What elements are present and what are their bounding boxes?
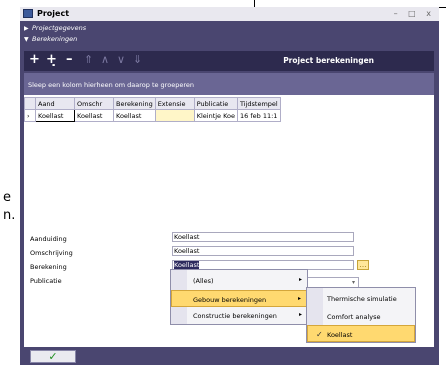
grid-panel: Sleep een kolom hierheen om daarop te gr… bbox=[24, 73, 434, 223]
menu-item-label: Koellast bbox=[327, 331, 353, 339]
add-child-button[interactable]: +̣ bbox=[46, 53, 57, 67]
table-cell[interactable]: Koellast bbox=[74, 109, 114, 122]
table-cell[interactable]: 16 feb 11:1 bbox=[237, 109, 281, 122]
column-header-publicatie[interactable]: Publicatie bbox=[193, 97, 239, 110]
move-up-button[interactable]: ∧ bbox=[101, 53, 109, 67]
move-bottom-button[interactable]: ⇓ bbox=[133, 53, 142, 67]
selected-text: Koellast bbox=[174, 261, 200, 269]
label-berekening: Berekening bbox=[30, 263, 67, 271]
menu-item-thermische-simulatie[interactable]: Thermische simulatie bbox=[307, 290, 415, 307]
aanduiding-input[interactable]: Koellast bbox=[172, 232, 354, 242]
toolbar-title: Project berekeningen bbox=[283, 56, 374, 65]
menu-item-label: Thermische simulatie bbox=[327, 295, 397, 303]
remove-button[interactable]: – bbox=[66, 53, 73, 67]
menu-item-koellast[interactable]: ✓ Koellast bbox=[307, 325, 415, 342]
submenu-arrow-icon: ▸ bbox=[298, 311, 302, 318]
submenu-arrow-icon: ▸ bbox=[298, 276, 302, 283]
column-header-indicator[interactable] bbox=[24, 97, 36, 110]
column-header-omschr[interactable]: Omschr bbox=[74, 97, 114, 110]
move-down-button[interactable]: ∨ bbox=[117, 53, 125, 67]
nav-label: Berekeningen bbox=[32, 35, 78, 43]
omschrijving-input[interactable]: Koellast bbox=[172, 246, 354, 256]
submenu-arrow-icon: ▸ bbox=[297, 295, 301, 302]
calculation-category-menu: (Alles) ▸ Gebouw berekeningen ▸ Construc… bbox=[170, 269, 308, 325]
table-header-row: Aand Omschr Berekening Extensie Publicat… bbox=[24, 97, 281, 110]
menu-item-label: Gebouw berekeningen bbox=[193, 296, 267, 304]
chevron-down-icon: ▾ bbox=[351, 279, 355, 286]
background-text-1: e bbox=[3, 190, 11, 205]
title-bar[interactable]: Project – □ x bbox=[20, 7, 439, 21]
menu-item-gebouw-berekeningen[interactable]: Gebouw berekeningen ▸ bbox=[171, 290, 307, 307]
move-top-button[interactable]: ⇑ bbox=[84, 53, 93, 67]
menu-item-alles[interactable]: (Alles) ▸ bbox=[171, 272, 307, 289]
window-controls[interactable]: – □ x bbox=[394, 9, 435, 18]
check-icon: ✓ bbox=[316, 330, 323, 339]
menu-item-comfort-analyse[interactable]: Comfort analyse bbox=[307, 308, 415, 325]
triangle-right-icon: ▶ bbox=[24, 25, 29, 32]
label-aanduiding: Aanduiding bbox=[30, 235, 67, 243]
label-publicatie: Publicatie bbox=[30, 277, 62, 285]
background-text-2: n. bbox=[3, 208, 16, 223]
menu-item-label: Constructie berekeningen bbox=[193, 312, 277, 320]
group-by-area[interactable]: Sleep een kolom hierheen om daarop te gr… bbox=[24, 73, 434, 95]
ok-button[interactable]: ✓ bbox=[30, 350, 76, 363]
toolbar: + +̣ – ⇑ ∧ ∨ ⇓ Project berekeningen bbox=[24, 51, 434, 71]
project-window-icon bbox=[23, 9, 33, 18]
column-header-tijdstempel[interactable]: Tijdstempel bbox=[237, 97, 281, 110]
window-title: Project bbox=[37, 9, 70, 18]
table-cell[interactable]: Kleintje Koe bbox=[193, 109, 239, 122]
column-header-berekening[interactable]: Berekening bbox=[113, 97, 156, 110]
nav-item-projectgegevens[interactable]: ▶ Projectgegevens bbox=[24, 24, 86, 32]
column-header-extensie[interactable]: Extensie bbox=[154, 97, 195, 110]
nav-label: Projectgegevens bbox=[32, 24, 87, 32]
triangle-down-icon: ▼ bbox=[24, 36, 29, 43]
berekening-dropdown-button[interactable]: … bbox=[357, 260, 369, 270]
menu-item-constructie-berekeningen[interactable]: Constructie berekeningen ▸ bbox=[171, 307, 307, 324]
table-row[interactable]: › Koellast Koellast Koellast Kleintje Ko… bbox=[24, 109, 281, 122]
row-indicator: › bbox=[24, 109, 36, 122]
calculations-table: Aand Omschr Berekening Extensie Publicat… bbox=[24, 97, 281, 122]
table-cell[interactable] bbox=[154, 109, 195, 122]
building-calculations-submenu: Thermische simulatie Comfort analyse ✓ K… bbox=[306, 287, 416, 343]
bottom-bar: ✓ bbox=[20, 347, 439, 365]
table-cell[interactable]: Koellast bbox=[35, 109, 75, 122]
add-button[interactable]: + bbox=[29, 53, 40, 67]
label-omschrijving: Omschrijving bbox=[30, 249, 73, 257]
checkmark-icon: ✓ bbox=[48, 350, 58, 363]
menu-item-label: Comfort analyse bbox=[327, 313, 381, 321]
nav-item-berekeningen[interactable]: ▼ Berekeningen bbox=[24, 35, 77, 43]
project-window: Project – □ x ▶ Projectgegevens ▼ Berekeni… bbox=[20, 7, 439, 365]
table-cell[interactable]: Koellast bbox=[113, 109, 156, 122]
menu-item-label: (Alles) bbox=[193, 277, 214, 285]
column-header-aand[interactable]: Aand bbox=[35, 97, 75, 110]
group-hint: Sleep een kolom hierheen om daarop te gr… bbox=[28, 81, 194, 89]
